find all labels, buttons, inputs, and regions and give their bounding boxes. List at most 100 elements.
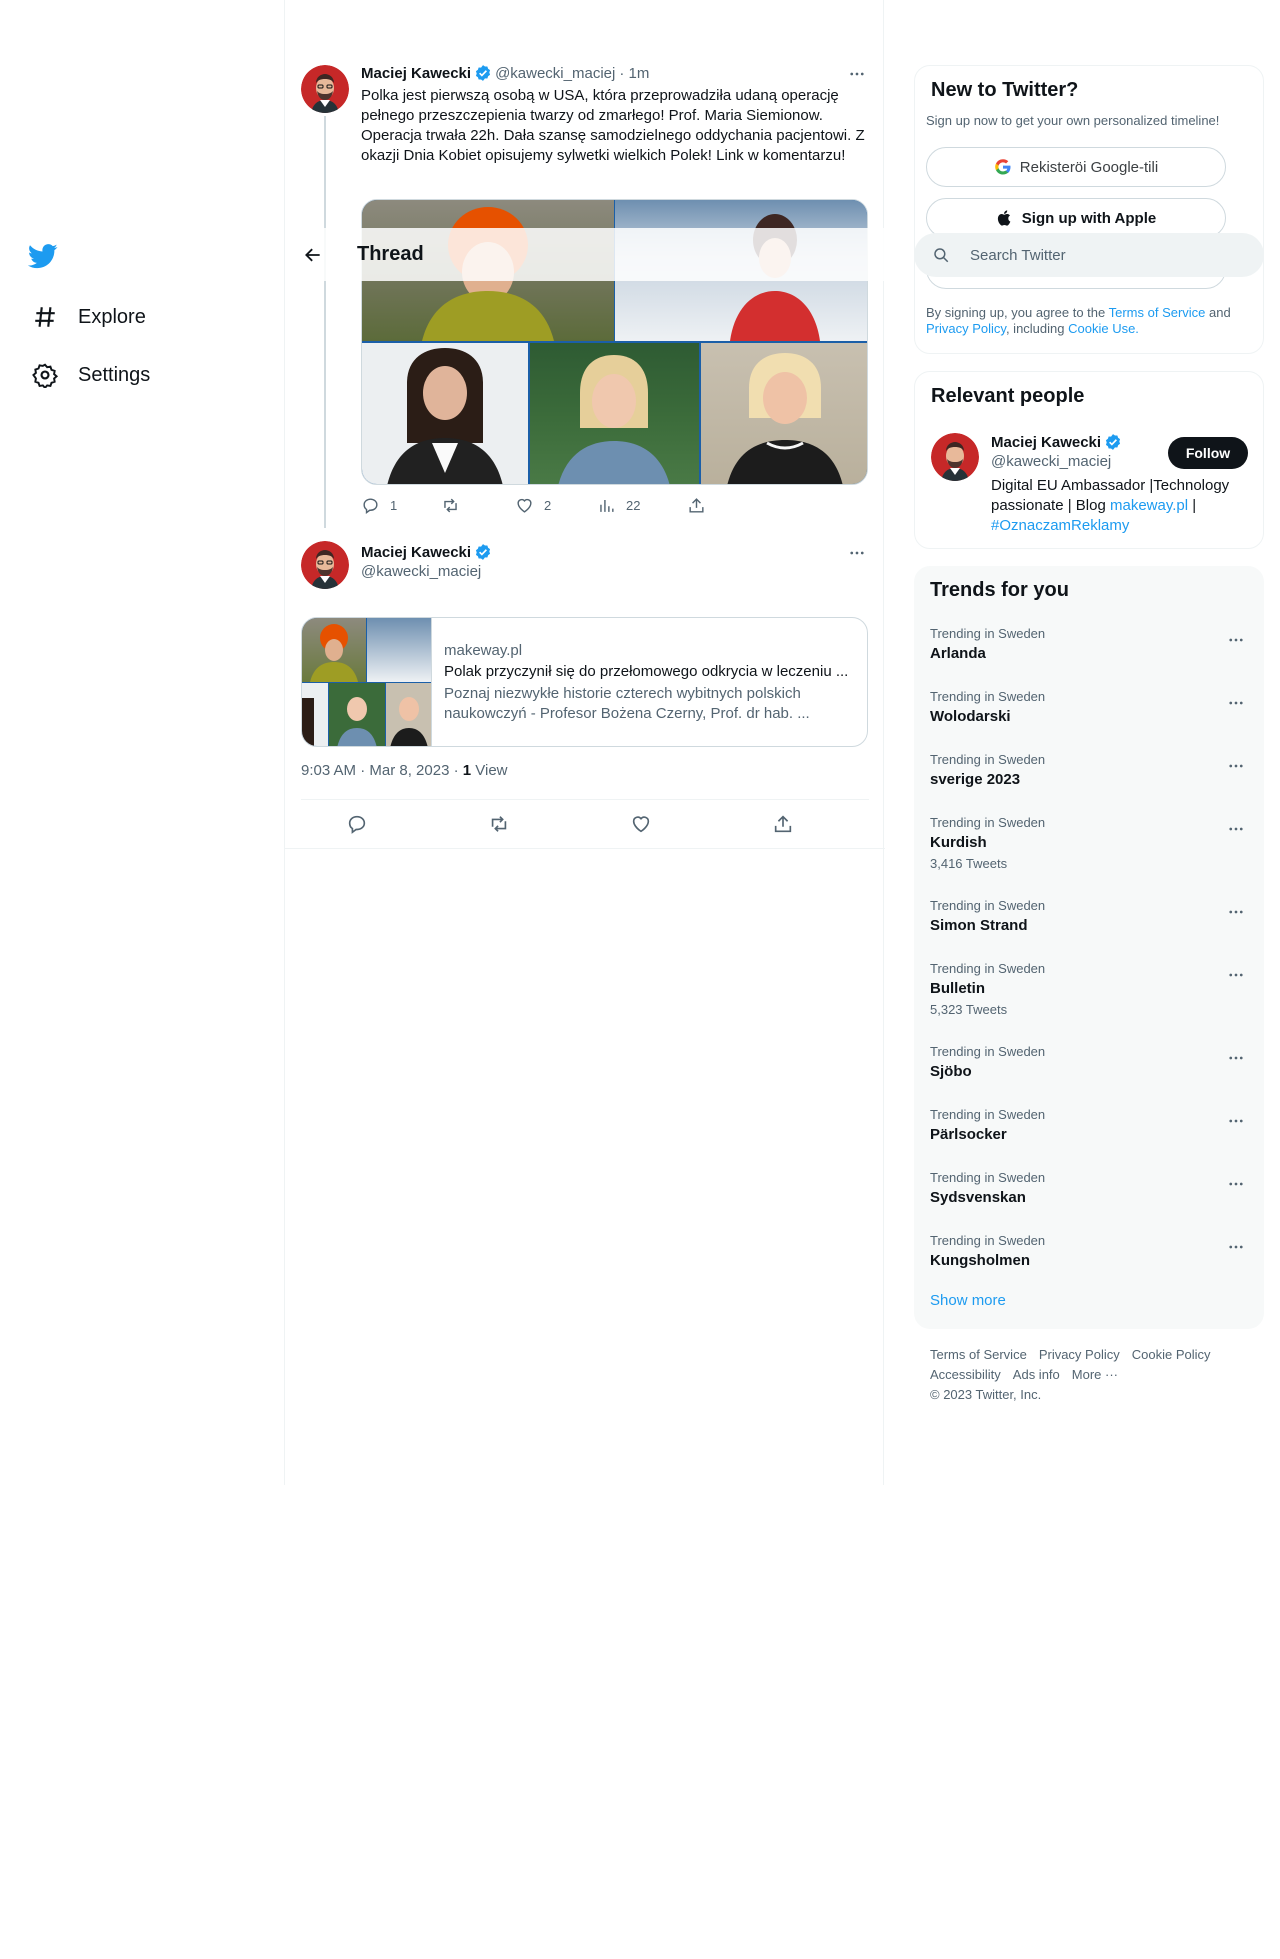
person-bio: Digital EU Ambassador |Technology passio… xyxy=(991,476,1253,536)
privacy-link[interactable]: Privacy Policy xyxy=(926,321,1006,336)
thumb-photo-5 xyxy=(386,683,431,746)
more-options-icon[interactable] xyxy=(1224,1174,1248,1194)
thumb-photo-1 xyxy=(302,618,366,682)
tweet-header: Maciej Kawecki xyxy=(361,543,495,561)
apple-signup-label: Sign up with Apple xyxy=(1021,209,1157,227)
trend-name: Sjöbo xyxy=(930,1063,972,1080)
more-options-icon[interactable] xyxy=(845,62,869,86)
author-handle[interactable]: @kawecki_maciej xyxy=(361,563,481,580)
nav-explore[interactable]: Explore xyxy=(30,297,146,337)
more-options-icon[interactable] xyxy=(1224,1111,1248,1131)
trend-item[interactable]: Trending in Sweden Sjöbo xyxy=(914,1044,1264,1088)
back-arrow-icon[interactable] xyxy=(295,237,331,273)
avatar[interactable] xyxy=(931,433,979,481)
like-button[interactable]: 2 xyxy=(515,496,551,515)
photo-woman-3 xyxy=(362,343,528,484)
more-options-icon[interactable] xyxy=(1224,630,1248,650)
trend-item[interactable]: Trending in Sweden Pärlsocker xyxy=(914,1107,1264,1151)
share-icon[interactable] xyxy=(771,812,795,836)
trend-item[interactable]: Trending in Sweden Arlanda xyxy=(914,626,1264,670)
trend-name: Kungsholmen xyxy=(930,1252,1030,1269)
retweet-icon[interactable] xyxy=(487,812,511,836)
reply-button[interactable]: 1 xyxy=(361,496,397,515)
link-card-domain: makeway.pl xyxy=(444,642,523,659)
bio-text: | xyxy=(1188,497,1197,514)
like-count: 2 xyxy=(544,498,552,513)
photo-woman-5 xyxy=(701,343,867,484)
more-options-icon[interactable] xyxy=(1224,1237,1248,1257)
trend-name: Simon Strand xyxy=(930,917,1028,934)
footer-terms-link[interactable]: Terms of Service xyxy=(930,1347,1027,1362)
verified-badge-icon xyxy=(474,543,492,561)
tweet-timestamp: 9:03 AM · Mar 8, 2023 · 1 View xyxy=(301,762,508,779)
link-card-title: Polak przyczynił się do przełomowego odk… xyxy=(444,663,849,680)
author-handle[interactable]: @kawecki_maciej xyxy=(495,65,615,82)
more-options-icon[interactable] xyxy=(845,541,869,565)
person-name[interactable]: Maciej Kawecki xyxy=(991,433,1125,451)
more-options-icon[interactable] xyxy=(1224,902,1248,922)
trend-item[interactable]: Trending in Sweden Kungsholmen xyxy=(914,1233,1264,1277)
trend-context: Trending in Sweden xyxy=(930,1233,1046,1248)
timestamp-text[interactable]: 9:03 AM · Mar 8, 2023 · xyxy=(301,762,463,779)
person-handle[interactable]: @kawecki_maciej xyxy=(991,453,1111,470)
page-title: Thread xyxy=(357,243,424,265)
apple-signup-button[interactable]: Sign up with Apple xyxy=(926,198,1226,238)
retweet-icon xyxy=(444,498,457,513)
footer-ads-link[interactable]: Ads info xyxy=(1013,1367,1060,1382)
google-signup-button[interactable]: Rekisteröi Google-tili xyxy=(926,147,1226,187)
views-button[interactable]: 22 xyxy=(597,496,640,515)
legal-text: and xyxy=(1205,305,1231,320)
more-options-icon[interactable] xyxy=(1224,965,1248,985)
twitter-logo-icon[interactable] xyxy=(27,241,64,271)
cookie-use-link[interactable]: Cookie Use. xyxy=(1068,321,1139,336)
footer-copyright: © 2023 Twitter, Inc. xyxy=(930,1387,1042,1402)
author-name[interactable]: Maciej Kawecki xyxy=(361,65,471,82)
trend-context: Trending in Sweden xyxy=(930,1044,1046,1059)
thumb-photo-2 xyxy=(367,618,431,682)
retweet-button[interactable] xyxy=(441,496,470,515)
trend-item[interactable]: Trending in Sweden Wolodarski xyxy=(914,689,1264,733)
trend-context: Trending in Sweden xyxy=(930,815,1046,830)
trend-item[interactable]: Trending in Sweden Kurdish 3,416 Tweets xyxy=(914,815,1264,879)
tweet-actions: 1 2 22 xyxy=(361,496,881,518)
show-more-link[interactable]: Show more xyxy=(930,1292,1006,1309)
more-options-icon[interactable] xyxy=(1224,1048,1248,1068)
focused-tweet-actions xyxy=(301,800,869,848)
trend-name: Kurdish xyxy=(930,834,987,851)
footer-cookie-link[interactable]: Cookie Policy xyxy=(1132,1347,1211,1362)
more-options-icon[interactable] xyxy=(1224,693,1248,713)
search-bar[interactable] xyxy=(914,233,1264,277)
nav-settings[interactable]: Settings xyxy=(30,355,150,395)
trend-context: Trending in Sweden xyxy=(930,689,1046,704)
thread-header: Thread xyxy=(285,228,885,281)
footer-accessibility-link[interactable]: Accessibility xyxy=(930,1367,1001,1382)
heart-icon[interactable] xyxy=(629,812,653,836)
author-name[interactable]: Maciej Kawecki xyxy=(361,544,471,561)
trend-item[interactable]: Trending in Sweden Bulletin 5,323 Tweets xyxy=(914,961,1264,1025)
avatar[interactable] xyxy=(301,541,349,589)
search-input[interactable] xyxy=(970,246,1250,264)
trend-item[interactable]: Trending in Sweden sverige 2023 xyxy=(914,752,1264,796)
footer-privacy-link[interactable]: Privacy Policy xyxy=(1039,1347,1120,1362)
share-button[interactable] xyxy=(687,496,716,515)
link-card[interactable]: makeway.pl Polak przyczynił się do przeł… xyxy=(301,617,868,747)
more-options-icon[interactable] xyxy=(1224,756,1248,776)
reply-icon[interactable] xyxy=(345,812,369,836)
tweet-time[interactable]: · 1m xyxy=(619,65,649,82)
relevant-people-panel: Relevant people Maciej Kawecki @kawecki_… xyxy=(914,371,1264,549)
trend-item[interactable]: Trending in Sweden Simon Strand xyxy=(914,898,1264,942)
panel-title: Relevant people xyxy=(931,385,1085,407)
thread-connector xyxy=(324,116,326,528)
trend-context: Trending in Sweden xyxy=(930,1107,1046,1122)
panel-title: Trends for you xyxy=(930,579,1069,601)
bio-link[interactable]: makeway.pl xyxy=(1110,497,1188,514)
bio-hashtag[interactable]: #OznaczamReklamy xyxy=(991,517,1129,534)
trend-name: Sydsvenskan xyxy=(930,1189,1026,1206)
trend-item[interactable]: Trending in Sweden Sydsvenskan xyxy=(914,1170,1264,1214)
avatar[interactable] xyxy=(301,65,349,113)
trend-context: Trending in Sweden xyxy=(930,898,1046,913)
footer-more-link[interactable]: More ··· xyxy=(1072,1367,1118,1382)
terms-link[interactable]: Terms of Service xyxy=(1109,305,1206,320)
follow-button[interactable]: Follow xyxy=(1168,437,1248,469)
more-options-icon[interactable] xyxy=(1224,819,1248,839)
